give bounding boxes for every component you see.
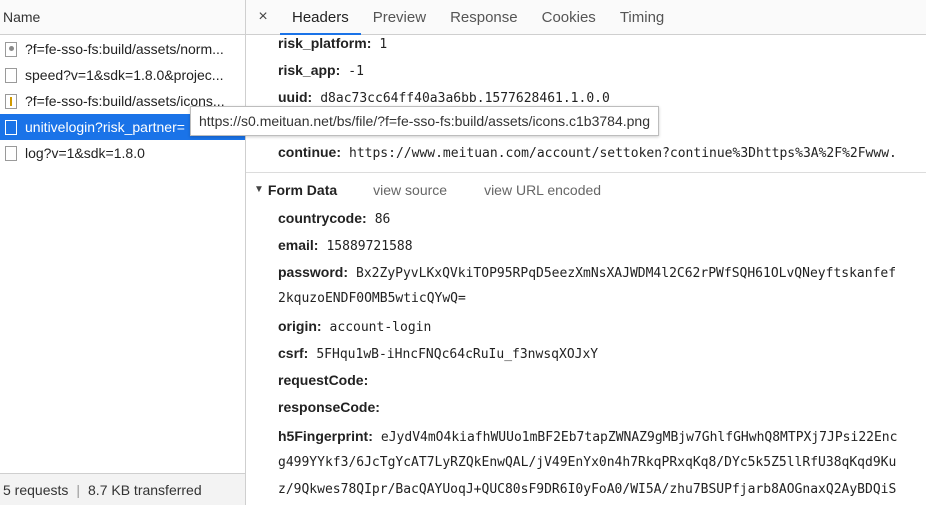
details-tab-bar: × Headers Preview Response Cookies Timin… xyxy=(246,0,926,35)
field-value-continuation: z/9Qkwes78QIpr/BacQAYUoqJ+QUC80sF9DR6I0y… xyxy=(278,482,897,497)
triangle-down-icon[interactable]: ▼ xyxy=(254,184,264,195)
field-key: email: xyxy=(278,237,319,253)
request-row[interactable]: speed?v=1&sdk=1.8.0&projec... xyxy=(0,62,245,88)
field-key: h5Fingerprint: xyxy=(278,428,373,444)
request-row[interactable]: ?f=fe-sso-fs:build/assets/norm... xyxy=(0,36,245,62)
field-key: csrf: xyxy=(278,345,309,361)
field-value: 15889721588 xyxy=(326,239,413,254)
field-value: Bx2ZyPyvLKxQVkiTOP95RPqD5eezXmNsXAJWDM4l… xyxy=(356,266,897,281)
tab-headers[interactable]: Headers xyxy=(280,0,361,35)
form-data-section-header[interactable]: ▼ Form Data view source view URL encoded xyxy=(246,172,926,206)
field-value: eJydV4mO4kiafhWUUo1mBF2Eb7tapZWNAZ9gMBjw… xyxy=(380,430,898,445)
tab-preview[interactable]: Preview xyxy=(361,0,438,34)
field-value: 5FHqu1wB-iHncFNQc64cRuIu_f3nwsqXOJxY xyxy=(316,347,599,362)
request-count: 5 requests xyxy=(3,481,69,498)
document-file-icon xyxy=(5,119,17,135)
param-key: risk_app: xyxy=(278,62,341,78)
image-file-icon xyxy=(5,41,17,57)
tab-response[interactable]: Response xyxy=(438,0,530,34)
document-file-icon xyxy=(5,67,17,83)
tab-cookies[interactable]: Cookies xyxy=(530,0,608,34)
param-value: -1 xyxy=(348,64,364,79)
png-file-icon xyxy=(5,93,17,109)
field-value: 86 xyxy=(374,212,391,227)
query-param-row: risk_app: -1 xyxy=(278,62,364,79)
field-key: requestCode: xyxy=(278,372,369,388)
field-value-continuation: 2kquzoENDF0OMB5wticQYwQ= xyxy=(278,291,466,306)
url-tooltip: https://s0.meituan.net/bs/file/?f=fe-sso… xyxy=(190,106,659,136)
form-field-row: origin: account-login xyxy=(278,318,431,335)
request-row[interactable]: log?v=1&sdk=1.8.0 xyxy=(0,140,245,166)
request-name: ?f=fe-sso-fs:build/assets/norm... xyxy=(25,41,224,57)
document-file-icon xyxy=(5,145,17,161)
view-url-encoded-link[interactable]: view URL encoded xyxy=(484,182,601,198)
form-field-row: email: 15889721588 xyxy=(278,237,413,254)
tab-timing[interactable]: Timing xyxy=(608,0,676,34)
form-field-row: requestCode: xyxy=(278,372,376,389)
form-field-row: countrycode: 86 xyxy=(278,210,390,227)
param-key: uuid: xyxy=(278,89,313,105)
form-field-row: responseCode: xyxy=(278,399,388,416)
status-separator: | xyxy=(76,481,81,498)
request-name: log?v=1&sdk=1.8.0 xyxy=(25,145,145,161)
param-key: continue: xyxy=(278,144,341,160)
name-column-header[interactable]: Name xyxy=(0,0,245,35)
field-key: origin: xyxy=(278,318,322,334)
field-key: password: xyxy=(278,264,349,280)
field-value-continuation: g499YYkf3/6JcTgYcAT7LyRZQkEnwQAL/jV49EnY… xyxy=(278,455,897,470)
form-field-row: h5Fingerprint: eJydV4mO4kiafhWUUo1mBF2Eb7… xyxy=(278,428,897,445)
transferred-size: 8.7 KB transferred xyxy=(88,481,202,498)
query-param-row: risk_platform: 1 xyxy=(278,35,387,52)
param-value: https://www.meituan.com/account/settoken… xyxy=(349,146,897,161)
param-key: risk_platform: xyxy=(278,35,372,51)
request-name: speed?v=1&sdk=1.8.0&projec... xyxy=(25,67,224,83)
field-key: responseCode: xyxy=(278,399,380,415)
param-value: d8ac73cc64ff40a3a6bb.1577628461.1.0.0 xyxy=(320,91,610,106)
request-name: unitivelogin?risk_partner= xyxy=(25,119,185,135)
form-field-row: password: Bx2ZyPyvLKxQVkiTOP95RPqD5eezXmN… xyxy=(278,264,896,281)
query-param-row: continue: https://www.meituan.com/account… xyxy=(278,144,897,161)
request-list-panel: Name ?f=fe-sso-fs:build/assets/norm... s… xyxy=(0,0,246,505)
request-details-panel: × Headers Preview Response Cookies Timin… xyxy=(246,0,926,505)
field-value: account-login xyxy=(329,320,432,335)
param-value: 1 xyxy=(379,37,388,52)
close-icon[interactable]: × xyxy=(246,0,280,34)
form-field-row: csrf: 5FHqu1wB-iHncFNQc64cRuIu_f3nwsqXOJx… xyxy=(278,345,598,362)
form-data-title: Form Data xyxy=(267,181,338,198)
view-source-link[interactable]: view source xyxy=(373,182,447,198)
status-bar: 5 requests | 8.7 KB transferred xyxy=(0,473,245,505)
field-key: countrycode: xyxy=(278,210,367,226)
query-param-row: uuid: d8ac73cc64ff40a3a6bb.1577628461.1.0… xyxy=(278,89,610,106)
